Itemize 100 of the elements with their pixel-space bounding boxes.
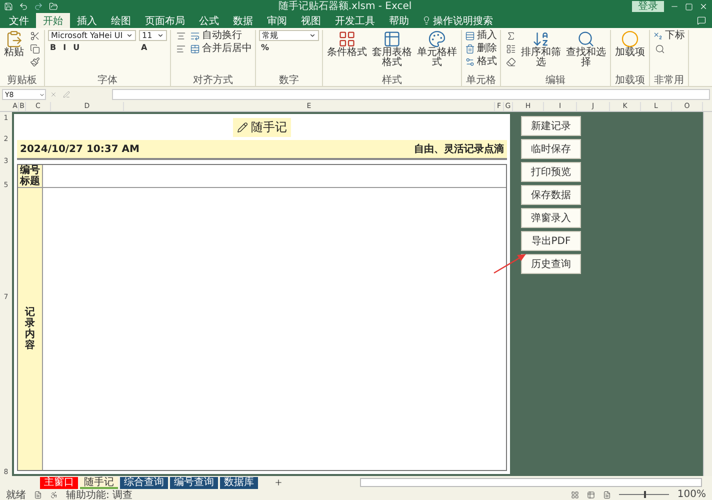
group-label: 对齐方式 (192, 75, 234, 86)
merge-icon (190, 44, 200, 54)
dropdown-field[interactable]: 11 (139, 30, 167, 41)
comment-icon (697, 16, 706, 25)
dropdown-field[interactable]: 常规 (259, 30, 319, 41)
field-label: 标题 (20, 176, 40, 187)
ribbon-button[interactable]: 下标 (653, 30, 685, 41)
macro-button[interactable]: 导出PDF (521, 231, 581, 251)
group-label: 字体 (96, 75, 118, 86)
macro-button[interactable]: 弹窗录入 (521, 208, 581, 228)
group-label: 数字 (278, 75, 300, 86)
horizontal-scrollbar[interactable] (360, 478, 702, 487)
annotation-arrow (494, 254, 526, 274)
ribbon-tab[interactable]: 页面布局 (138, 13, 192, 28)
ribbon-tab[interactable]: 文件 (2, 13, 36, 28)
group-label: 加载项 (614, 75, 646, 86)
ribbon-button[interactable]: 套用表格格式 (371, 30, 413, 68)
align-left-icon[interactable] (174, 43, 187, 54)
align-icon[interactable] (174, 30, 187, 41)
page-break-icon (603, 490, 612, 498)
group-label: 非常用 (653, 75, 685, 86)
format-button[interactable]: B (48, 43, 58, 52)
folder-icon (49, 2, 58, 11)
save-icon (4, 2, 13, 11)
macro-button[interactable]: 打印预览 (521, 162, 581, 182)
group-label: 样式 (381, 75, 403, 86)
ribbon-button[interactable]: 加载项 (614, 30, 646, 58)
page-layout-icon (587, 490, 596, 498)
ribbon-button[interactable]: 自动换行 (190, 30, 252, 41)
accessibility-icon (50, 490, 58, 498)
macro-button[interactable]: 新建记录 (521, 116, 581, 136)
format-button[interactable]: A (139, 43, 150, 52)
grid-icon (338, 30, 356, 48)
sort-icon (532, 30, 550, 48)
eraser-icon[interactable] (504, 56, 517, 67)
macro-button[interactable]: 历史查询 (521, 254, 581, 274)
format-button[interactable]: % (259, 43, 272, 52)
ribbon-button[interactable]: 粘贴 (3, 30, 25, 58)
ribbon-button[interactable]: 条件格式 (326, 30, 368, 58)
ribbon-tab[interactable]: 开发工具 (328, 13, 382, 28)
field-label: 记录内容 (25, 307, 35, 351)
cancel-icon (50, 91, 57, 98)
date-text: 2024/10/27 10:37 AM (20, 144, 140, 154)
tell-me-search[interactable]: 操作说明搜索 (433, 14, 493, 28)
ribbon-tab[interactable]: 帮助 (382, 13, 416, 28)
brush-icon[interactable] (28, 56, 41, 67)
close-icon (699, 2, 708, 11)
sign-in-button[interactable]: 登录 (632, 1, 664, 12)
sheet-tab[interactable]: 数据库 (220, 476, 258, 488)
macro-button[interactable]: 保存数据 (521, 185, 581, 205)
ribbon-button[interactable]: 插入 (465, 30, 497, 41)
ribbon-button[interactable]: 排序和筛选 (520, 30, 562, 68)
ribbon-tab[interactable]: 数据 (226, 13, 260, 28)
rows-icon (465, 30, 475, 40)
form-title: 随手记 (233, 118, 291, 136)
window-title: 随手记贴石器额.xlsm - Excel (277, 0, 413, 12)
field-label: 编号 (20, 165, 40, 176)
sheet-tab[interactable]: 主窗口 (40, 476, 78, 488)
ribbon-tab[interactable]: 绘图 (104, 13, 138, 28)
dropdown-field[interactable]: Microsoft YaHei UI (48, 30, 136, 41)
slogan-text: 自由、灵活记录点滴 (414, 142, 504, 156)
table-icon (383, 30, 401, 48)
palette-icon (428, 30, 446, 48)
sheet-tab[interactable]: 随手记 (80, 476, 118, 488)
sheet-tab[interactable]: 编号查询 (170, 476, 218, 488)
wrap-icon (190, 30, 200, 40)
zoom-icon[interactable] (653, 43, 666, 54)
format-button[interactable]: U (71, 43, 82, 52)
formula-input[interactable] (112, 89, 710, 100)
ribbon-button[interactable]: 合并后居中 (190, 43, 252, 54)
normal-view-icon (571, 490, 580, 498)
maximize-icon (685, 2, 693, 10)
ribbon-tab[interactable]: 视图 (294, 13, 328, 28)
group-label: 单元格 (465, 75, 497, 86)
pencil-icon (237, 122, 248, 132)
sheet-tab[interactable]: 综合查询 (120, 476, 168, 488)
search-icon (577, 30, 595, 48)
accessibility-status: 辅助功能: 调查 (66, 488, 133, 500)
ribbon-tab[interactable]: 公式 (192, 13, 226, 28)
delete-icon (465, 44, 475, 54)
ribbon-button[interactable]: 删除 (465, 43, 497, 54)
ribbon-tab[interactable]: 审阅 (260, 13, 294, 28)
ribbon-tab[interactable]: 开始 (36, 13, 70, 28)
clipboard-icon (5, 30, 23, 48)
status-text: 就绪 (6, 488, 26, 500)
ribbon-tab[interactable]: 插入 (70, 13, 104, 28)
subscript-icon (653, 30, 663, 40)
group-label: 剪贴板 (6, 75, 38, 86)
ribbon-button[interactable]: 查找和选择 (565, 30, 607, 68)
undo-icon (19, 2, 28, 11)
format-button[interactable]: I (61, 43, 68, 52)
add-sheet-icon (274, 478, 283, 487)
ribbon-button[interactable]: 单元格样式 (416, 30, 458, 68)
dot-icon (621, 30, 639, 48)
redo-icon (34, 2, 43, 11)
group-label: 编辑 (544, 75, 566, 86)
copy-icon[interactable] (28, 43, 41, 54)
scissors-icon[interactable] (28, 30, 41, 41)
ribbon-button[interactable]: 格式 (465, 56, 497, 67)
macro-button[interactable]: 临时保存 (521, 139, 581, 159)
